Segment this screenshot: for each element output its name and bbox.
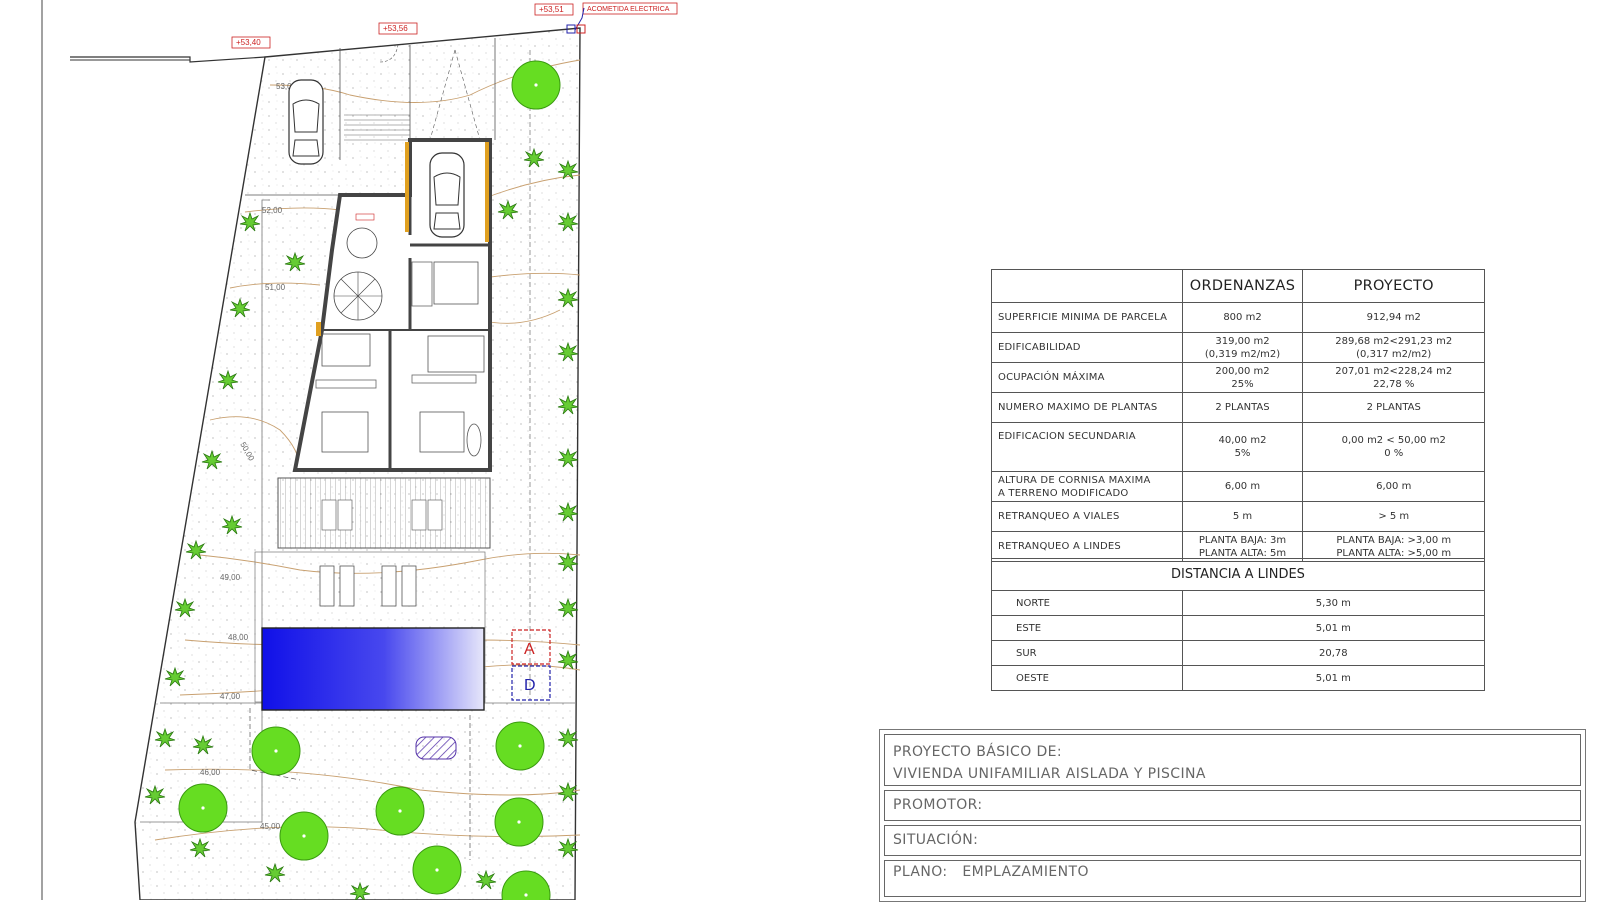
distance-label: SUR xyxy=(991,640,1183,666)
distance-label: OESTE xyxy=(991,665,1183,691)
situacion-label: SITUACIÓN: xyxy=(893,832,979,848)
project-value: VIVIENDA UNIFAMILIAR AISLADA Y PISCINA xyxy=(893,766,1206,782)
distance-label: ESTE xyxy=(991,615,1183,641)
title-block: PROYECTO BÁSICO DE: VIVIENDA UNIFAMILIAR… xyxy=(879,729,1586,902)
situacion-row: SITUACIÓN: xyxy=(884,825,1581,856)
promotor-row: PROMOTOR: xyxy=(884,790,1581,821)
level-tag: +53,56 xyxy=(383,24,408,33)
proyecto-value: 912,94 m2 xyxy=(1302,302,1485,333)
plano-value: EMPLAZAMIENTO xyxy=(962,864,1089,880)
ordenanza-value: 6,00 m xyxy=(1181,471,1304,502)
row-label: RETRANQUEO A VIALES xyxy=(991,501,1183,532)
proyecto-value: PLANTA BAJA: >3,00 m PLANTA ALTA: >5,00 m xyxy=(1302,531,1485,562)
level-tag: +53,40 xyxy=(236,38,261,47)
contour-label: 47,00 xyxy=(220,692,241,701)
proyecto-value: 6,00 m xyxy=(1302,471,1485,502)
header-proyecto: PROYECTO xyxy=(1302,269,1485,303)
boundary-distance-table: DISTANCIA A LINDES NORTE 5,30 m ESTE 5,0… xyxy=(991,558,1486,691)
project-row: PROYECTO BÁSICO DE: VIVIENDA UNIFAMILIAR… xyxy=(884,734,1581,786)
distance-value: 20,78 xyxy=(1181,640,1486,666)
urban-parameters-table: ORDENANZAS PROYECTO SUPERFICIE MINIMA DE… xyxy=(991,269,1485,562)
ordenanza-value: 40,00 m2 5% xyxy=(1181,422,1304,472)
project-label: PROYECTO BÁSICO DE: xyxy=(893,744,1063,760)
row-label: OCUPACIÓN MÁXIMA xyxy=(991,362,1183,393)
ordenanza-value: PLANTA BAJA: 3m PLANTA ALTA: 5m xyxy=(1181,531,1304,562)
car-outdoor xyxy=(288,79,324,165)
row-label: SUPERFICIE MINIMA DE PARCELA xyxy=(991,302,1183,333)
ordenanza-value: 319,00 m2 (0,319 m2/m2) xyxy=(1181,332,1304,363)
contour-label: 45,00 xyxy=(260,822,281,831)
contour-label: 51,00 xyxy=(265,283,286,292)
promotor-label: PROMOTOR: xyxy=(893,797,983,813)
ordenanza-value: 2 PLANTAS xyxy=(1181,392,1304,423)
header-blank xyxy=(991,269,1183,303)
section-label-d: D xyxy=(524,677,536,694)
proyecto-value: 207,01 m2<228,24 m2 22,78 % xyxy=(1302,362,1485,393)
proyecto-value: 0,00 m2 < 50,00 m2 0 % xyxy=(1302,422,1485,472)
distance-value: 5,30 m xyxy=(1181,590,1486,616)
level-tag: +53,51 xyxy=(539,5,564,14)
terrace xyxy=(277,477,491,549)
distance-value: 5,01 m xyxy=(1181,665,1486,691)
hatched-feature xyxy=(415,736,457,760)
swimming-pool xyxy=(261,627,485,711)
distance-table-title: DISTANCIA A LINDES xyxy=(991,558,1485,591)
ordenanza-value: 800 m2 xyxy=(1181,302,1304,333)
car-garage xyxy=(429,152,465,238)
ordenanza-value: 5 m xyxy=(1181,501,1304,532)
proyecto-value: 289,68 m2<291,23 m2 (0,317 m2/m2) xyxy=(1302,332,1485,363)
plano-row: PLANO: EMPLAZAMIENTO xyxy=(884,860,1581,897)
row-label: ALTURA DE CORNISA MAXIMA A TERRENO MODIFI… xyxy=(991,471,1183,502)
contour-label: 49,00 xyxy=(220,573,241,582)
acometida-label: ACOMETIDA ELECTRICA xyxy=(587,6,670,13)
proyecto-value: > 5 m xyxy=(1302,501,1485,532)
ordenanza-value: 200,00 m2 25% xyxy=(1181,362,1304,393)
distance-value: 5,01 m xyxy=(1181,615,1486,641)
row-label: EDIFICABILIDAD xyxy=(991,332,1183,363)
row-label: NUMERO MAXIMO DE PLANTAS xyxy=(991,392,1183,423)
row-label: EDIFICACION SECUNDARIA xyxy=(991,422,1183,472)
distance-label: NORTE xyxy=(991,590,1183,616)
contour-label: 46,00 xyxy=(200,768,221,777)
plano-label: PLANO: xyxy=(893,864,948,880)
contour-label: 48,00 xyxy=(228,633,249,642)
proyecto-value: 2 PLANTAS xyxy=(1302,392,1485,423)
section-label-a: A xyxy=(524,641,535,658)
site-plan-drawing: 53,00 52,00 51,00 50,00 49,00 48,00 47,0… xyxy=(41,0,678,900)
contour-label: 52,00 xyxy=(262,206,283,215)
header-ordenanzas: ORDENANZAS xyxy=(1181,269,1304,303)
row-label: RETRANQUEO A LINDES xyxy=(991,531,1183,562)
